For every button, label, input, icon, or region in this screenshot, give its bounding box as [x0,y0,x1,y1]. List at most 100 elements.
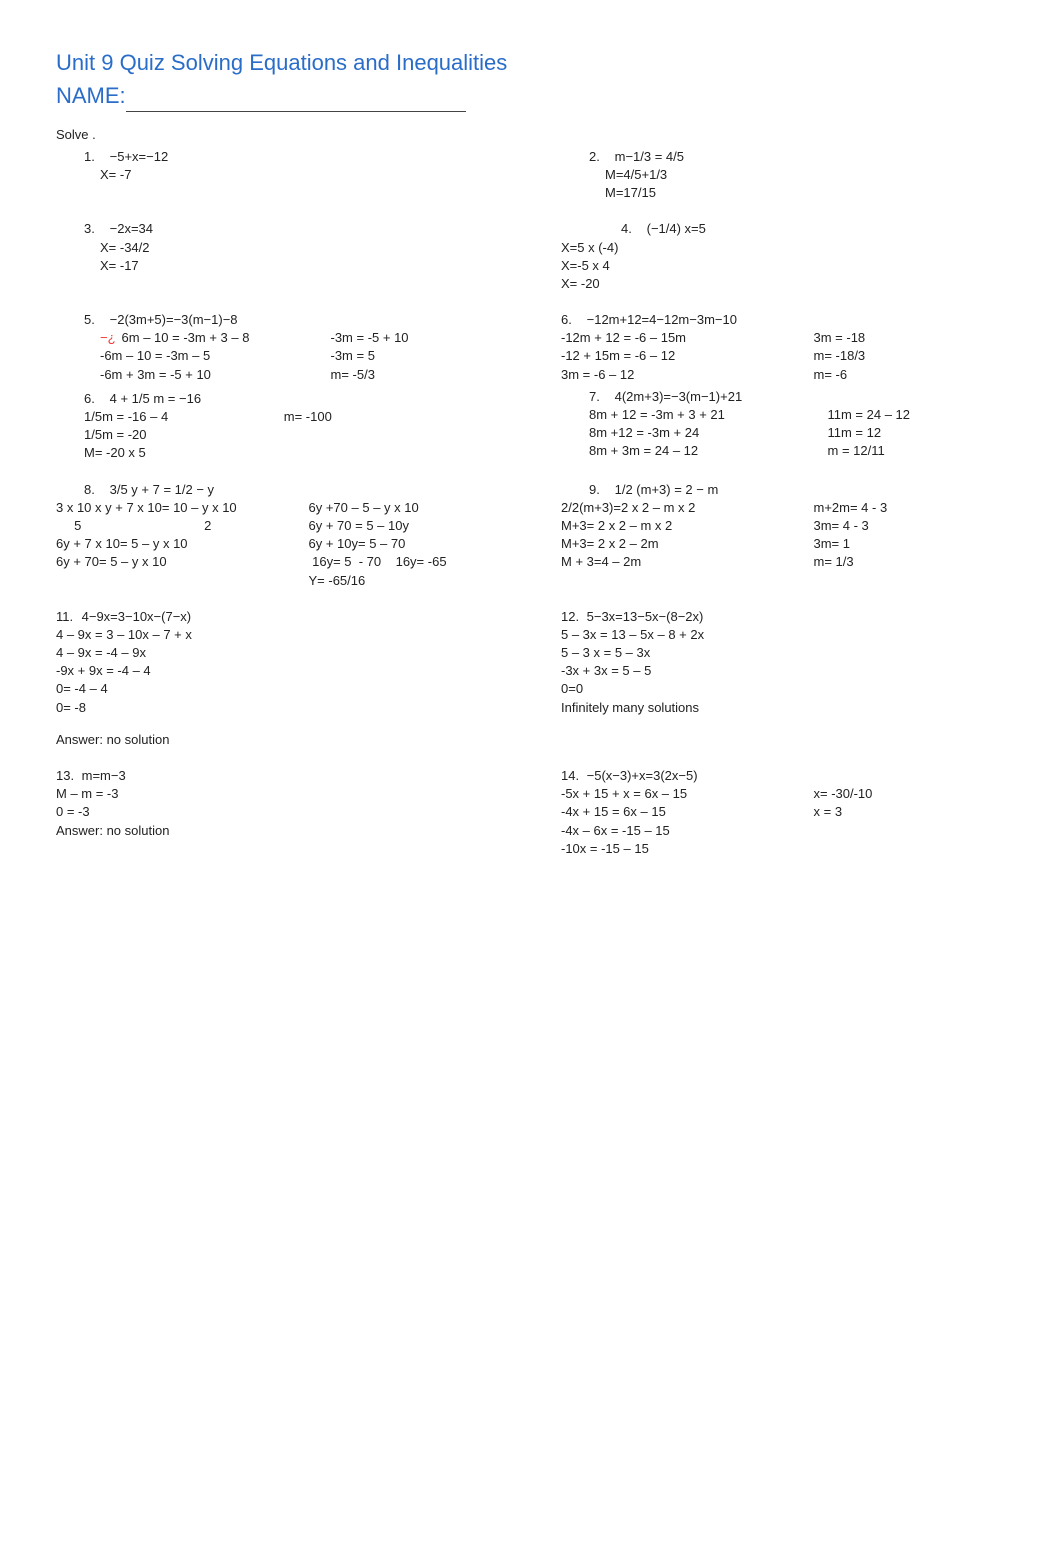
problem-step: m= -18/3 [814,347,1007,365]
problem-step: Y= -65/16 [309,572,502,590]
equation: 5−3x=13−5x−(8−2x) [587,608,704,626]
problem-step: m= -5/3 [331,366,502,384]
problem-step: 3m= 4 - 3 [814,517,1007,535]
equation: 4 + 1/5 m = −16 [110,390,201,408]
problem-number: 6. [84,390,106,408]
problem-step: 3m= 1 [814,535,1007,553]
problem-step: -12m + 12 = -6 – 15m [561,329,754,347]
problem-step: M+3= 2 x 2 – m x 2 [561,517,754,535]
problem-6a-7: 6. −12m+12=4−12m−3m−10 -12m + 12 = -6 – … [561,311,1006,463]
problems-grid: 1. −5+x=−12 X= -7 2. m−1/3 = 4/5 M=4/5+1… [56,148,1006,858]
problem-step: −¿−¿ 6m – 10 = -3m + 3 – 86m – 10 = -3m … [100,329,271,347]
problem-step: -6m + 3m = -5 + 10 [100,366,271,384]
problem-number: 3. [84,220,106,238]
problem-step: 6y + 7 x 10= 5 – y x 10 [56,535,249,553]
problem-6b: 6. 4 + 1/5 m = −16 1/5m = -16 – 4 m= -10… [56,390,501,463]
equation: 1/2 (m+3) = 2 − m [615,481,719,499]
worksheet-page: Unit 9 Quiz Solving Equations and Inequa… [0,0,1062,1556]
problem-step: 5 2 [56,517,249,535]
problem-11: 11. 4−9x=3−10x−(7−x) 4 – 9x = 3 – 10x – … [56,608,501,749]
problem-3: 3. −2x=34 X= -34/2 X= -17 [56,220,501,293]
problem-step: -3x + 3x = 5 – 5 [561,662,1006,680]
problem-number: 7. [589,388,611,406]
problem-step: M=17/15 [605,184,1006,202]
equation: −12m+12=4−12m−3m−10 [587,311,737,329]
equation: −2(3m+5)=−3(m−1)−8 [110,311,238,329]
problem-step: 1/5m = -16 – 4 m= -100 [84,408,501,426]
problem-answer: Infinitely many solutions [561,699,1006,717]
problem-step: m= 1/3 [814,553,1007,571]
problem-5: 5. −2(3m+5)=−3(m−1)−8 −¿−¿ 6m – 10 = -3m… [56,311,501,463]
problem-step: -4x – 6x = -15 – 15 [561,822,754,840]
problem-number: 4. [621,220,643,238]
equation: 4(2m+3)=−3(m−1)+21 [615,388,743,406]
problem-step: 6y +70 – 5 – y x 10 [309,499,502,517]
problem-step: X= -7 [100,166,501,184]
problem-step: X= -17 [100,257,501,275]
equation: −5(x−3)+x=3(2x−5) [587,767,698,785]
problem-step: X= -20 [561,275,1006,293]
problem-step: 6y + 70= 5 – y x 10 [56,553,249,571]
problem-step: -3m = 5 [331,347,502,365]
problem-step: -5x + 15 + x = 6x – 15 [561,785,754,803]
problem-step: X=5 x (-4) [561,239,1006,257]
name-label: NAME: [56,83,126,108]
problem-number: 8. [84,481,106,499]
equation: −5+x=−12 [110,148,169,166]
problem-step: X= -34/2 [100,239,501,257]
problem-step: 0= -8 [56,699,501,717]
problem-step: M=4/5+1/3 [605,166,1006,184]
equation: (−1/4) x=5 [647,220,706,238]
problem-step: 2/2(m+3)=2 x 2 – m x 2 [561,499,754,517]
problem-number: 9. [589,481,611,499]
problem-2: 2. m−1/3 = 4/5 M=4/5+1/3 M=17/15 [561,148,1006,203]
warning-icon: −¿ [100,330,116,345]
problem-step: 11m = 12 [828,424,1007,442]
problem-step: M= -20 x 5 [84,444,501,462]
problem-step: 5 – 3 x = 5 – 3x [561,644,1006,662]
problem-step: -4x + 15 = 6x – 15 [561,803,754,821]
equation: m=m−3 [82,767,126,785]
spacer [56,717,501,731]
problem-4: 4. (−1/4) x=5 X=5 x (-4) X=-5 x 4 X= -20 [561,220,1006,293]
problem-step: m= -6 [814,366,1007,384]
problem-step: X=-5 x 4 [561,257,1006,275]
problem-step: 8m + 12 = -3m + 3 + 21 [589,406,768,424]
equation: −2x=34 [110,220,153,238]
problem-step: M – m = -3 [56,785,501,803]
problem-step: 6y + 10y= 5 – 70 [309,535,502,553]
equation: m−1/3 = 4/5 [615,148,684,166]
problem-answer: Answer: no solution [56,731,501,749]
problem-step: 3m = -18 [814,329,1007,347]
problem-9: 9. 1/2 (m+3) = 2 − m 2/2(m+3)=2 x 2 – m … [561,481,1006,590]
problem-step: -3m = -5 + 10 [331,329,502,347]
problem-step: -9x + 9x = -4 – 4 [56,662,501,680]
problem-14: 14. −5(x−3)+x=3(2x−5) -5x + 15 + x = 6x … [561,767,1006,858]
problem-number: 2. [589,148,611,166]
problem-step: -6m – 10 = -3m – 5 [100,347,271,365]
problem-number: 5. [84,311,106,329]
problem-answer: Answer: no solution [56,822,501,840]
solve-heading: Solve . [56,126,1006,144]
problem-step: M + 3=4 – 2m [561,553,754,571]
problem-step: 0 = -3 [56,803,501,821]
problem-step: 5 – 3x = 13 – 5x – 8 + 2x [561,626,1006,644]
equation: 4−9x=3−10x−(7−x) [82,608,192,626]
name-line: NAME: [56,81,1006,112]
problem-step: 4 – 9x = -4 – 9x [56,644,501,662]
problem-1: 1. −5+x=−12 X= -7 [56,148,501,203]
problem-step: m = 12/11 [828,442,1007,460]
problem-step: 6y + 70 = 5 – 10y [309,517,502,535]
problem-step: 11m = 24 – 12 [828,406,1007,424]
problem-step: x= -30/-10 [814,785,1007,803]
problem-number: 13. [56,767,78,785]
problem-step: 3m = -6 – 12 [561,366,754,384]
problem-step: 4 – 9x = 3 – 10x – 7 + x [56,626,501,644]
problem-step: 3 x 10 x y + 7 x 10= 10 – y x 10 [56,499,249,517]
problem-number: 12. [561,608,583,626]
problem-step: M+3= 2 x 2 – 2m [561,535,754,553]
name-blank[interactable] [126,93,466,112]
equation: 3/5 y + 7 = 1/2 − y [110,481,214,499]
problem-step: m+2m= 4 - 3 [814,499,1007,517]
problem-12: 12. 5−3x=13−5x−(8−2x) 5 – 3x = 13 – 5x –… [561,608,1006,749]
